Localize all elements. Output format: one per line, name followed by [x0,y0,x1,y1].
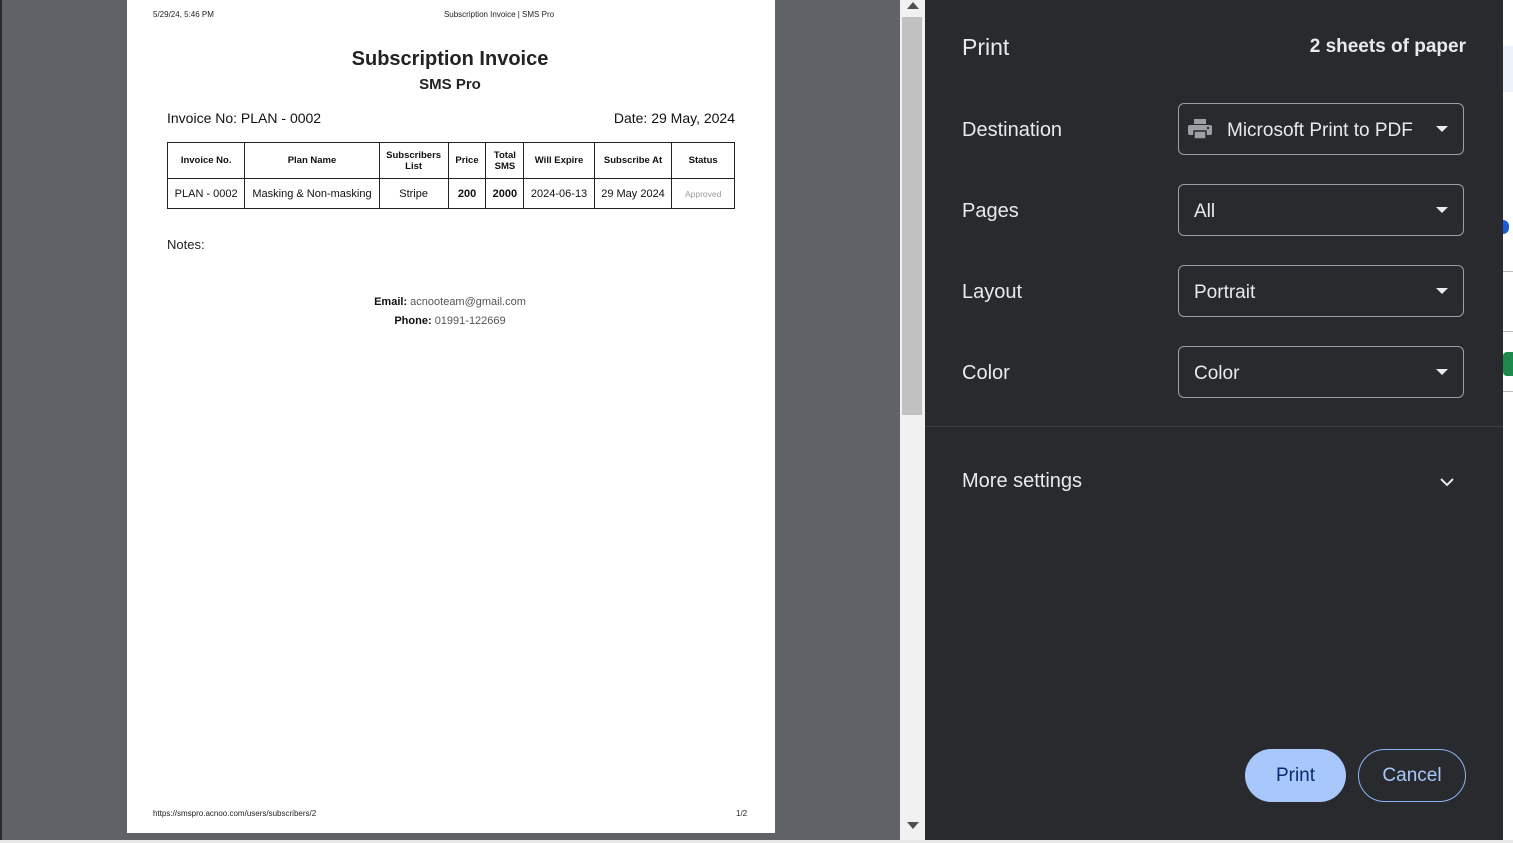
table-cell: PLAN - 0002 [166,178,246,209]
column-header: Subscribers List [378,142,449,179]
background-page-edge-right [1503,0,1513,843]
dropdown-caret-icon [1436,369,1448,375]
dropdown-caret-icon [1436,207,1448,213]
background-green-badge [1503,352,1513,376]
chevron-down-icon[interactable] [1437,472,1457,492]
contact-email: Email: acnooteam@gmail.com [127,296,773,308]
destination-label: Destination [962,119,1063,141]
column-header: Plan Name [244,142,380,179]
scroll-thumb[interactable] [902,17,922,415]
preview-page: 5/29/24, 5:46 PM Subscription Invoice | … [127,0,775,833]
panel-divider [925,426,1503,427]
invoice-table: Invoice No. Plan Name Subscribers List P… [166,142,735,209]
invoice-subtitle: SMS Pro [419,76,481,93]
table-cell: Masking & Non-masking [244,178,380,209]
page-footer-number: 1/2 [736,809,748,818]
table-header-row: Invoice No. Plan Name Subscribers List P… [166,142,735,179]
color-label: Color [962,362,1010,384]
printer-icon [1188,119,1212,140]
table-row: PLAN - 0002 Masking & Non-masking Stripe… [166,178,735,209]
panel-title: Print [962,34,1010,60]
pages-value: All [1194,201,1216,222]
print-settings-panel: Print 2 sheets of paper Destination Micr… [925,0,1503,840]
print-preview-area[interactable]: 5/29/24, 5:46 PM Subscription Invoice | … [2,0,900,840]
column-header: Invoice No. [166,142,246,179]
status-cell: Approved [671,178,735,209]
table-cell: 29 May 2024 [593,178,673,209]
pages-select[interactable]: All [1178,184,1464,236]
phone-label: Phone: [394,315,432,327]
invoice-number: Invoice No: PLAN - 0002 [167,110,322,126]
dropdown-caret-icon [1436,288,1448,294]
page-footer-url: https://smspro.acnoo.com/users/subscribe… [153,809,317,818]
email-value: acnooteam@gmail.com [410,296,526,308]
column-header: Subscribe At [593,142,673,179]
column-header: Status [671,142,735,179]
dropdown-caret-icon [1436,126,1448,132]
layout-select[interactable]: Portrait [1178,265,1464,317]
column-header: Will Expire [523,142,595,179]
print-button[interactable]: Print [1245,749,1346,802]
table-cell: 200 [447,178,487,209]
background-divider [1503,271,1513,272]
background-divider [1503,391,1513,392]
background-blue-mark [1503,220,1509,234]
pages-label: Pages [962,200,1019,222]
background-divider [1503,331,1513,332]
email-label: Email: [374,296,408,308]
column-header: Total SMS [485,142,525,179]
scroll-up-arrow-icon[interactable] [907,2,919,9]
destination-value: Microsoft Print to PDF [1227,120,1413,141]
notes-label: Notes: [167,237,205,252]
sheet-count: 2 sheets of paper [1309,36,1466,57]
table-cell: 2000 [485,178,525,209]
invoice-date: Date: 29 May, 2024 [613,110,735,126]
color-select[interactable]: Color [1178,346,1464,398]
page-header-title: Subscription Invoice | SMS Pro [443,10,555,19]
more-settings-toggle[interactable]: More settings [962,470,1082,493]
background-highlight [1503,46,1513,92]
invoice-title: Subscription Invoice [351,48,549,70]
layout-value: Portrait [1194,282,1256,303]
phone-value: 01991-122669 [434,315,506,327]
column-header: Price [447,142,487,179]
table-cell: Stripe [378,178,449,209]
table-cell: 2024-06-13 [523,178,595,209]
cancel-button[interactable]: Cancel [1358,749,1466,802]
layout-label: Layout [962,281,1023,303]
destination-select[interactable]: Microsoft Print to PDF [1178,103,1464,155]
scroll-down-arrow-icon[interactable] [907,822,919,829]
preview-scrollbar[interactable] [900,0,925,840]
contact-phone: Phone: 01991-122669 [127,315,773,327]
color-value: Color [1194,363,1240,384]
